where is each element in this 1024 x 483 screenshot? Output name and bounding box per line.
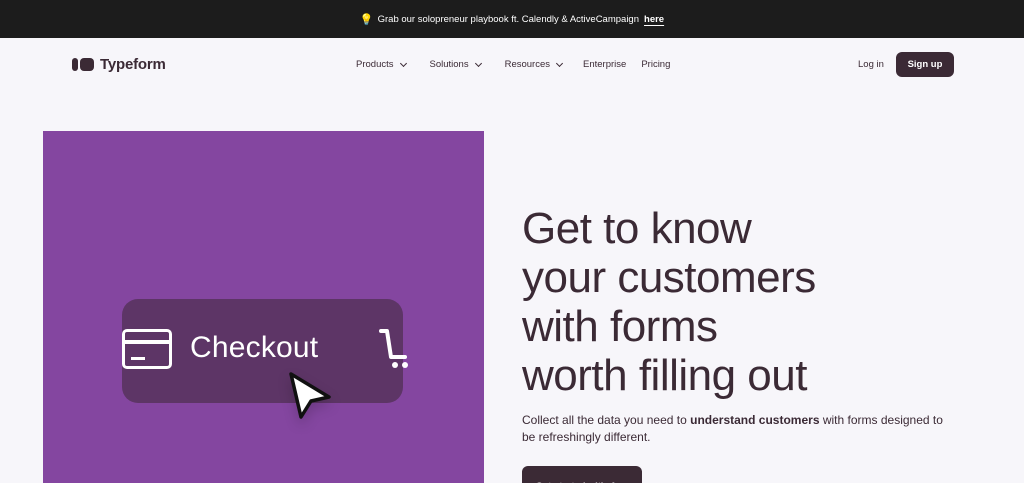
nav-item-products[interactable]: Products [356, 59, 407, 70]
subtitle-text: Collect all the data you need to [522, 413, 691, 427]
get-started-button[interactable]: Get started—it's free [522, 466, 642, 483]
main-menu: Products Solutions Resources Enterprise … [356, 59, 670, 70]
mouse-pointer-icon [289, 372, 331, 419]
chevron-down-icon [399, 59, 407, 67]
announcement-banner: 💡 Grab our solopreneur playbook ft. Cale… [0, 0, 1024, 38]
hero-subtitle: Collect all the data you need to underst… [522, 412, 952, 446]
nav-item-label: Enterprise [583, 59, 627, 70]
top-navigation: Typeform Products Solutions Resources En… [0, 38, 1024, 92]
headline-line: your customers [522, 253, 816, 302]
credit-card-icon [122, 329, 172, 369]
nav-item-enterprise[interactable]: Enterprise [583, 59, 626, 70]
nav-item-label: Pricing [641, 59, 671, 70]
nav-item-resources[interactable]: Resources [504, 59, 564, 70]
chevron-down-icon [474, 59, 482, 67]
banner-link[interactable]: here [644, 14, 664, 25]
checkout-label: Checkout [190, 331, 319, 364]
subtitle-emphasis: understand customers [690, 413, 820, 427]
hero-illustration: Checkout [43, 131, 484, 483]
login-link[interactable]: Log in [858, 59, 884, 70]
typeform-logo-icon [72, 58, 94, 71]
lightbulb-icon: 💡 [359, 13, 374, 26]
headline-line: with forms [522, 302, 718, 351]
nav-item-label: Solutions [429, 59, 469, 70]
nav-item-pricing[interactable]: Pricing [641, 59, 670, 70]
logo-text: Typeform [100, 56, 166, 73]
banner-text: Grab our solopreneur playbook ft. Calend… [377, 13, 640, 25]
headline-line: worth filling out [522, 351, 807, 400]
shopping-cart-icon [379, 329, 408, 368]
nav-item-solutions[interactable]: Solutions [429, 59, 482, 70]
nav-item-label: Products [356, 59, 394, 70]
signup-button[interactable]: Sign up [896, 52, 954, 77]
hero-headline: Get to know your customers with forms wo… [522, 204, 816, 400]
headline-line: Get to know [522, 204, 752, 253]
nav-item-label: Resources [504, 59, 551, 70]
chevron-down-icon [555, 59, 564, 67]
logo[interactable]: Typeform [72, 56, 166, 73]
